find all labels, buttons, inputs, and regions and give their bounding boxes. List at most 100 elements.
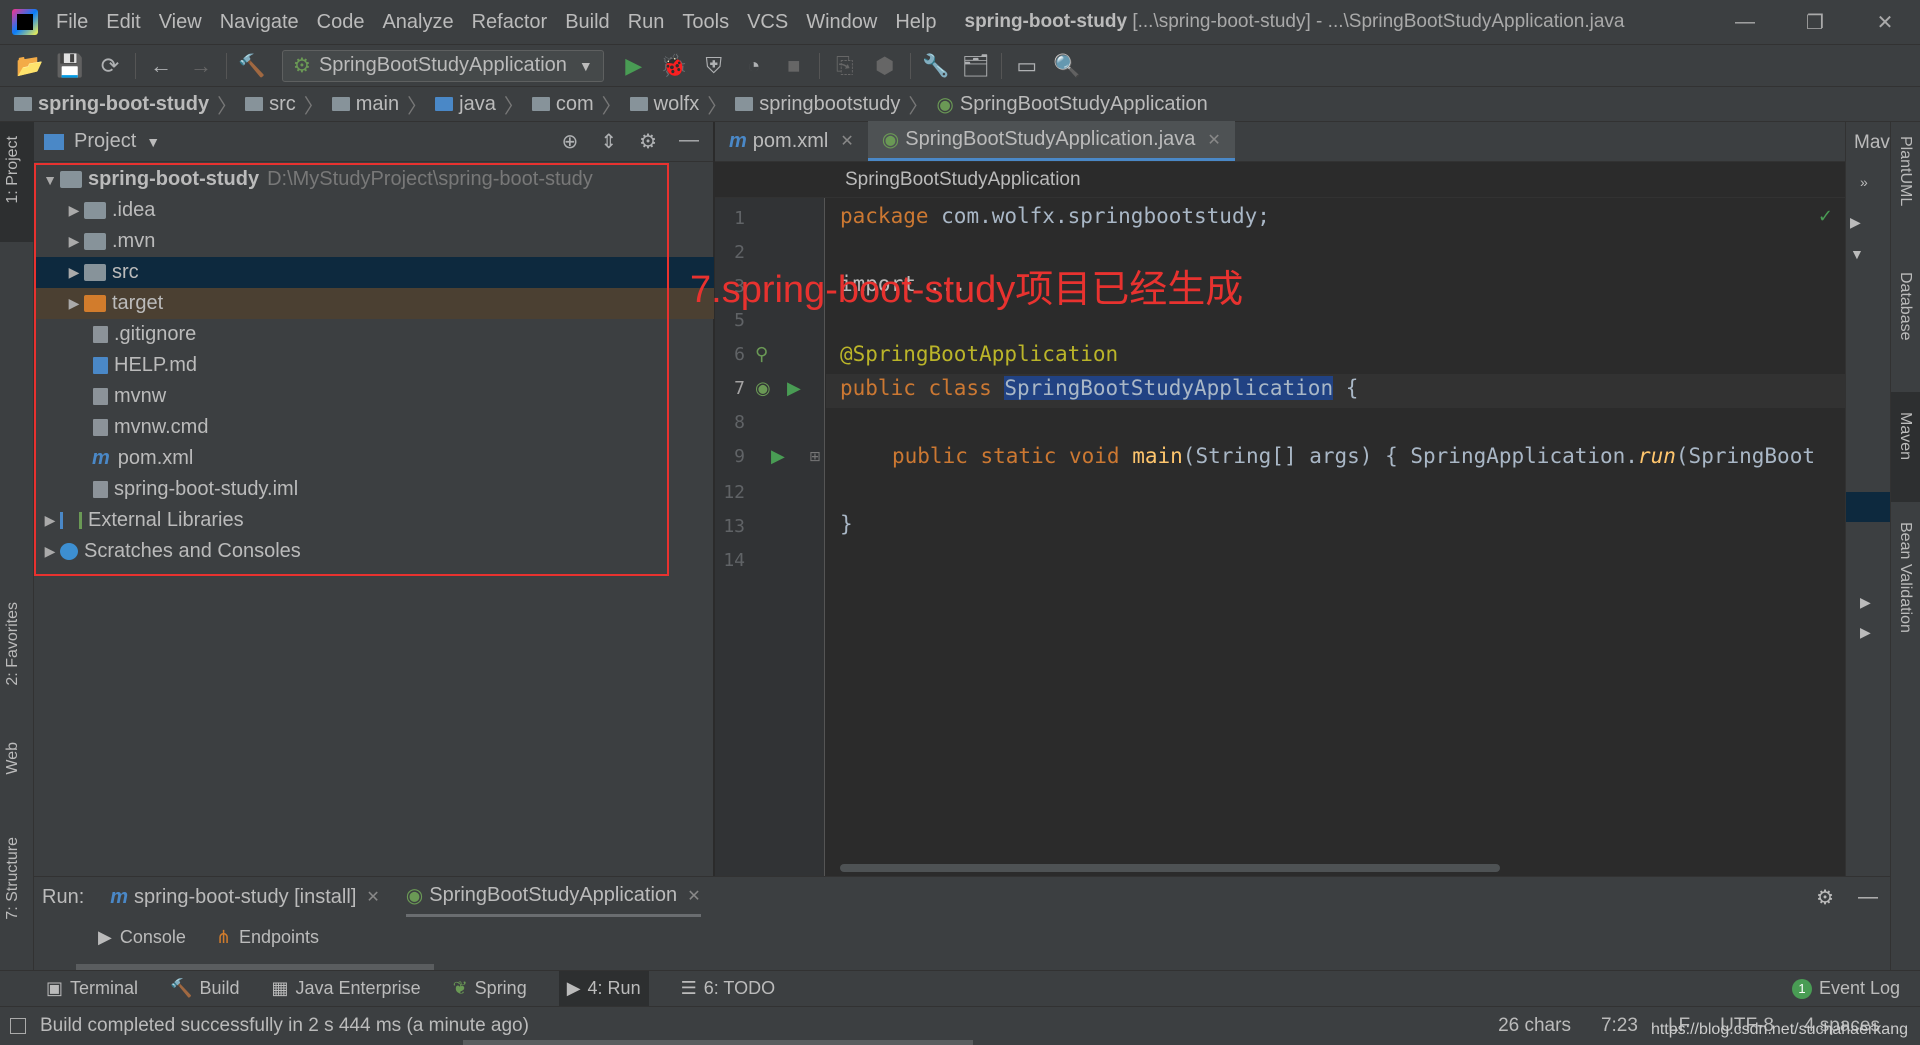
project-panel-title[interactable]: Project [74, 130, 136, 153]
status-message[interactable]: Build completed successfully in 2 s 444 … [40, 1015, 529, 1037]
tool-tab-terminal[interactable]: ▣ Terminal [46, 978, 138, 999]
collapse-arrow-icon[interactable]: ▶ [64, 264, 84, 281]
code-line-class-decl[interactable]: public class SpringBootStudyApplication … [840, 376, 1358, 400]
tab-application-java[interactable]: ◉ SpringBootStudyApplication.java ✕ [867, 121, 1235, 161]
tool-tab-maven[interactable]: Maven [1896, 412, 1914, 460]
collapse-arrow-icon[interactable]: ▶ [1860, 594, 1871, 611]
restore-button[interactable]: ❐ [1780, 0, 1850, 44]
tool-tab-favorites[interactable]: 2: Favorites [4, 602, 22, 686]
coverage-icon[interactable]: ⛨ [694, 49, 734, 83]
tool-tab-run[interactable]: ▶ 4: Run [558, 970, 649, 1007]
menu-refactor[interactable]: Refactor [472, 11, 548, 34]
vcs-commit-icon[interactable]: ⬢ [865, 49, 905, 83]
tool-tab-database[interactable]: Database [1896, 272, 1914, 341]
tree-row-gitignore[interactable]: .gitignore [34, 319, 714, 350]
run-tab-application[interactable]: ◉ SpringBootStudyApplication ✕ [405, 877, 701, 917]
close-icon[interactable]: ✕ [687, 886, 700, 906]
run-tab-maven-install[interactable]: m spring-boot-study [install] ✕ [110, 877, 380, 917]
menu-help[interactable]: Help [895, 11, 936, 34]
menu-run[interactable]: Run [628, 11, 665, 34]
save-all-icon[interactable]: 💾 [50, 49, 90, 83]
tree-row-mvnw-cmd[interactable]: mvnw.cmd [34, 412, 714, 443]
maven-panel-title[interactable]: Mav [1854, 132, 1890, 154]
horizontal-scrollbar[interactable] [840, 864, 1500, 872]
menu-tools[interactable]: Tools [682, 11, 729, 34]
tree-row-iml[interactable]: spring-boot-study.iml [34, 474, 714, 505]
gear-icon[interactable]: ⚙ [639, 129, 657, 154]
tool-tab-plantuml[interactable]: PlantUML [1896, 136, 1914, 206]
run-configuration-select[interactable]: ⚙ SpringBootStudyApplication ▼ [282, 49, 604, 82]
menu-navigate[interactable]: Navigate [220, 11, 299, 34]
expand-arrow-icon[interactable]: ▼ [40, 172, 60, 188]
breadcrumb-springbootstudy[interactable]: springbootstudy 〉 [735, 90, 936, 119]
tree-row-mvnw[interactable]: mvnw [34, 381, 714, 412]
editor-breadcrumb-class[interactable]: SpringBootStudyApplication [845, 169, 1081, 191]
vcs-update-icon[interactable]: ⎘ [825, 49, 865, 83]
open-folder-icon[interactable]: 📂 [10, 49, 50, 83]
forward-arrow-icon[interactable]: → [181, 49, 221, 83]
run-play-icon[interactable]: ▶ [614, 49, 654, 83]
menu-file[interactable]: File [56, 11, 88, 34]
toggle-tool-windows-icon[interactable] [10, 1018, 26, 1034]
chevron-right-icon[interactable]: » [1860, 174, 1868, 190]
menu-vcs[interactable]: VCS [747, 11, 788, 34]
collapse-arrow-icon[interactable]: ▶ [64, 233, 84, 250]
settings-wrench-icon[interactable]: 🔧 [916, 49, 956, 83]
tool-tab-spring[interactable]: ❦ Spring [453, 978, 527, 999]
sync-icon[interactable]: ⟳ [90, 49, 130, 83]
collapse-arrow-icon[interactable]: ▶ [40, 512, 60, 529]
tool-tab-structure[interactable]: 7: Structure [4, 837, 22, 920]
profile-icon[interactable]: ◔ [734, 49, 774, 83]
tool-tab-web[interactable]: Web [4, 742, 22, 775]
back-arrow-icon[interactable]: ← [141, 49, 181, 83]
menu-build[interactable]: Build [565, 11, 609, 34]
fold-icon[interactable]: ⊞ [809, 448, 821, 465]
collapse-arrow-icon[interactable]: ▶ [64, 202, 84, 219]
tree-row-mvn[interactable]: ▶ .mvn [34, 226, 714, 257]
collapse-arrow-icon[interactable]: ▶ [64, 295, 84, 312]
status-caret-position[interactable]: 7:23 [1601, 1015, 1638, 1037]
menu-window[interactable]: Window [806, 11, 877, 34]
search-icon[interactable]: 🔍 [1047, 49, 1087, 83]
project-structure-icon[interactable]: 🗂 [956, 49, 996, 83]
tree-row-root[interactable]: ▼ spring-boot-study D:\MyStudyProject\sp… [34, 164, 714, 195]
breadcrumb-main[interactable]: main 〉 [331, 90, 435, 119]
close-icon[interactable]: ✕ [840, 131, 853, 151]
code-line-annotation[interactable]: @SpringBootApplication [840, 342, 1118, 366]
minimize-button[interactable]: — [1710, 0, 1780, 44]
breadcrumb-src[interactable]: src 〉 [245, 90, 332, 119]
stop-icon[interactable]: ■ [774, 49, 814, 83]
tree-row-pom[interactable]: m pom.xml [34, 443, 714, 474]
tab-pom-xml[interactable]: m pom.xml ✕ [715, 121, 868, 161]
tool-tab-todo[interactable]: ☰ 6: TODO [681, 978, 776, 999]
breadcrumb-wolfx[interactable]: wolfx 〉 [629, 90, 736, 119]
debug-bug-icon[interactable]: 🐞 [654, 49, 694, 83]
menu-code[interactable]: Code [317, 11, 365, 34]
menu-view[interactable]: View [159, 11, 202, 34]
spring-gutter-icon[interactable]: ◉ [755, 378, 771, 399]
tool-tab-project[interactable]: 1: Project [4, 136, 22, 204]
locate-target-icon[interactable]: ⊕ [562, 129, 579, 154]
close-window-button[interactable]: ✕ [1850, 0, 1920, 44]
code-line-main[interactable]: public static void main(String[] args) {… [892, 444, 1815, 468]
run-gutter-icon[interactable]: ▶ [787, 378, 801, 399]
collapse-arrow-icon[interactable]: ▶ [1860, 624, 1871, 641]
tree-row-idea[interactable]: ▶ .idea [34, 195, 714, 226]
build-hammer-icon[interactable]: 🔨 [232, 49, 272, 83]
expand-arrow-icon[interactable]: ▼ [1850, 246, 1864, 262]
hide-panel-icon[interactable]: — [679, 129, 699, 154]
code-line-package[interactable]: package com.wolfx.springbootstudy; [840, 204, 1270, 228]
collapse-arrow-icon[interactable]: ▶ [1850, 214, 1861, 231]
code-line-close-brace[interactable]: } [840, 512, 853, 536]
inspection-ok-icon[interactable]: ✓ [1818, 206, 1833, 227]
spring-bean-gutter-icon[interactable]: ⚲ [755, 344, 768, 365]
tool-tab-bean-validation[interactable]: Bean Validation [1896, 522, 1914, 633]
gear-icon[interactable]: ⚙ [1816, 885, 1834, 910]
subtab-console[interactable]: ▶ Console [98, 927, 186, 948]
collapse-arrow-icon[interactable]: ▶ [40, 543, 60, 560]
tree-row-help-md[interactable]: HELP.md [34, 350, 714, 381]
subtab-endpoints[interactable]: ⋔ Endpoints [216, 927, 319, 948]
close-icon[interactable]: ✕ [366, 887, 379, 907]
hide-panel-icon[interactable]: — [1858, 886, 1878, 909]
collapse-all-icon[interactable]: ⇕ [600, 129, 617, 154]
